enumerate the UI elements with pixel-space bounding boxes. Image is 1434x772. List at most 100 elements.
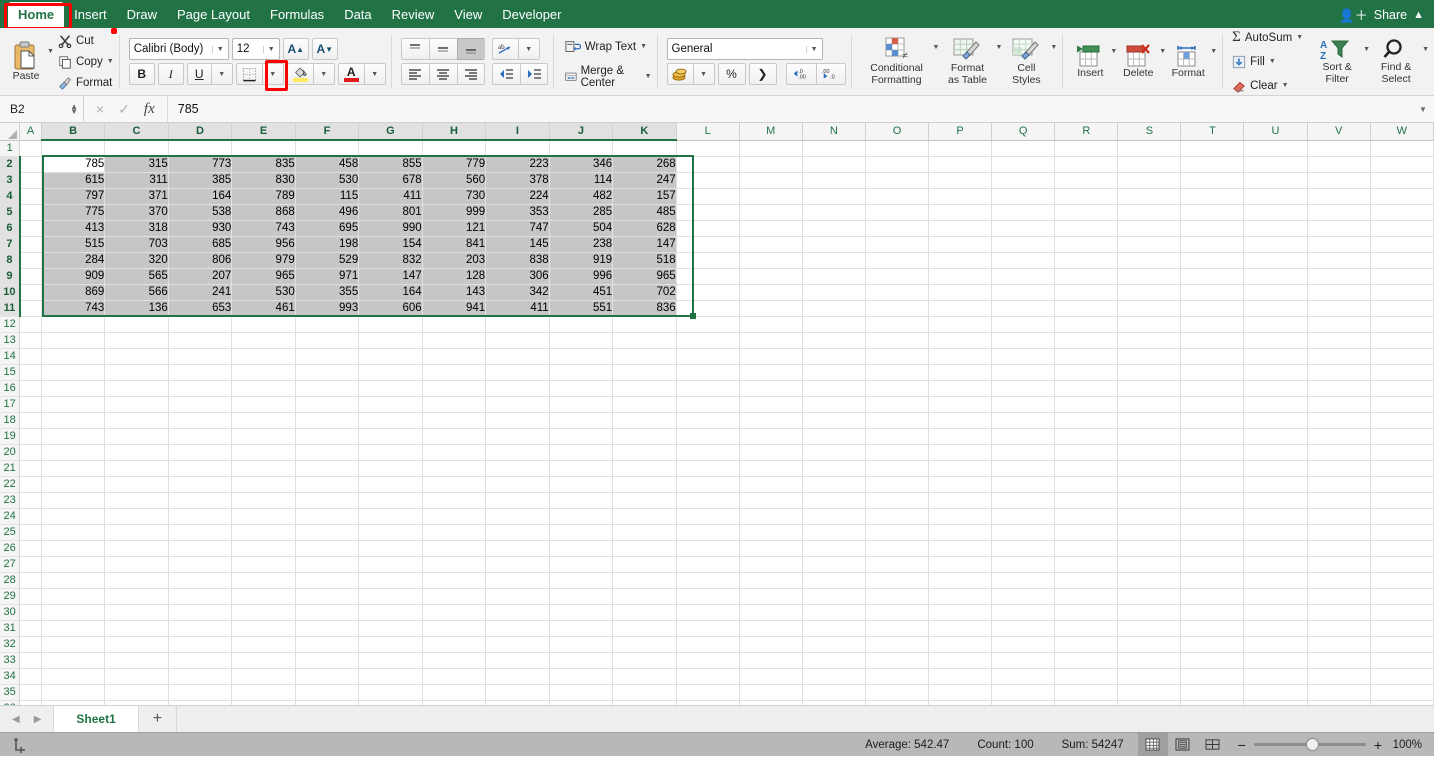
cell-G26[interactable] (359, 540, 422, 556)
cell-E2[interactable]: 835 (232, 156, 295, 172)
row-header-7[interactable]: 7 (0, 236, 20, 252)
cell-V16[interactable] (1307, 380, 1370, 396)
cell-E6[interactable]: 743 (232, 220, 295, 236)
cell-F8[interactable]: 529 (295, 252, 358, 268)
cell-Q29[interactable] (992, 588, 1055, 604)
cell-A27[interactable] (20, 556, 42, 572)
cell-C33[interactable] (105, 652, 168, 668)
cell-E18[interactable] (232, 412, 295, 428)
row-header-19[interactable]: 19 (0, 428, 20, 444)
cell-B11[interactable]: 743 (41, 300, 104, 316)
cell-M3[interactable] (739, 172, 802, 188)
cell-C15[interactable] (105, 364, 168, 380)
cell-F26[interactable] (295, 540, 358, 556)
cell-Q8[interactable] (992, 252, 1055, 268)
cell-N29[interactable] (802, 588, 865, 604)
cell-M5[interactable] (739, 204, 802, 220)
cell-F28[interactable] (295, 572, 358, 588)
cell-W20[interactable] (1370, 444, 1433, 460)
cell-F29[interactable] (295, 588, 358, 604)
cell-G34[interactable] (359, 668, 422, 684)
cell-I22[interactable] (486, 476, 549, 492)
cell-D26[interactable] (168, 540, 231, 556)
find-select-dropdown-arrow[interactable]: ▼ (1422, 46, 1429, 53)
cell-T4[interactable] (1181, 188, 1244, 204)
cell-M29[interactable] (739, 588, 802, 604)
cell-J16[interactable] (549, 380, 612, 396)
cell-A13[interactable] (20, 332, 42, 348)
cell-E21[interactable] (232, 460, 295, 476)
cell-T21[interactable] (1181, 460, 1244, 476)
cell-U31[interactable] (1244, 620, 1307, 636)
cell-A11[interactable] (20, 300, 42, 316)
cell-I5[interactable]: 353 (486, 204, 549, 220)
cell-R33[interactable] (1055, 652, 1118, 668)
cell-L29[interactable] (676, 588, 739, 604)
cell-U17[interactable] (1244, 396, 1307, 412)
column-header-i[interactable]: I (486, 123, 549, 140)
cell-Q34[interactable] (992, 668, 1055, 684)
cell-H13[interactable] (422, 332, 485, 348)
cell-W34[interactable] (1370, 668, 1433, 684)
column-header-u[interactable]: U (1244, 123, 1307, 140)
cell-W10[interactable] (1370, 284, 1433, 300)
cell-C24[interactable] (105, 508, 168, 524)
cell-G22[interactable] (359, 476, 422, 492)
cell-N22[interactable] (802, 476, 865, 492)
zoom-slider[interactable] (1254, 743, 1366, 746)
cell-P1[interactable] (929, 140, 992, 156)
cell-I32[interactable] (486, 636, 549, 652)
cell-R14[interactable] (1055, 348, 1118, 364)
cell-P12[interactable] (929, 316, 992, 332)
cell-H27[interactable] (422, 556, 485, 572)
cell-U13[interactable] (1244, 332, 1307, 348)
cell-I19[interactable] (486, 428, 549, 444)
cell-S15[interactable] (1118, 364, 1181, 380)
cell-S3[interactable] (1118, 172, 1181, 188)
cell-W35[interactable] (1370, 684, 1433, 700)
cell-Q5[interactable] (992, 204, 1055, 220)
cell-I2[interactable]: 223 (486, 156, 549, 172)
cell-I31[interactable] (486, 620, 549, 636)
tab-developer[interactable]: Developer (492, 2, 571, 28)
cell-M16[interactable] (739, 380, 802, 396)
cell-I35[interactable] (486, 684, 549, 700)
cell-I17[interactable] (486, 396, 549, 412)
cell-C10[interactable]: 566 (105, 284, 168, 300)
cell-J23[interactable] (549, 492, 612, 508)
cell-L1[interactable] (676, 140, 739, 156)
cell-G27[interactable] (359, 556, 422, 572)
cell-H28[interactable] (422, 572, 485, 588)
cell-V32[interactable] (1307, 636, 1370, 652)
cell-L3[interactable] (676, 172, 739, 188)
cell-L24[interactable] (676, 508, 739, 524)
cell-M9[interactable] (739, 268, 802, 284)
cell-O34[interactable] (865, 668, 928, 684)
cell-J22[interactable] (549, 476, 612, 492)
cell-D24[interactable] (168, 508, 231, 524)
column-header-a[interactable]: A (20, 123, 42, 140)
cell-O22[interactable] (865, 476, 928, 492)
cell-G32[interactable] (359, 636, 422, 652)
cell-U14[interactable] (1244, 348, 1307, 364)
cell-I25[interactable] (486, 524, 549, 540)
cell-Q19[interactable] (992, 428, 1055, 444)
cell-P11[interactable] (929, 300, 992, 316)
row-header-22[interactable]: 22 (0, 476, 20, 492)
cell-J25[interactable] (549, 524, 612, 540)
cell-V27[interactable] (1307, 556, 1370, 572)
cell-R18[interactable] (1055, 412, 1118, 428)
cell-G28[interactable] (359, 572, 422, 588)
cell-V7[interactable] (1307, 236, 1370, 252)
cell-Q4[interactable] (992, 188, 1055, 204)
cell-A8[interactable] (20, 252, 42, 268)
cell-R31[interactable] (1055, 620, 1118, 636)
cell-V11[interactable] (1307, 300, 1370, 316)
cell-D19[interactable] (168, 428, 231, 444)
cell-W15[interactable] (1370, 364, 1433, 380)
cell-M1[interactable] (739, 140, 802, 156)
cell-N31[interactable] (802, 620, 865, 636)
column-header-f[interactable]: F (295, 123, 358, 140)
column-header-h[interactable]: H (422, 123, 485, 140)
cell-T24[interactable] (1181, 508, 1244, 524)
